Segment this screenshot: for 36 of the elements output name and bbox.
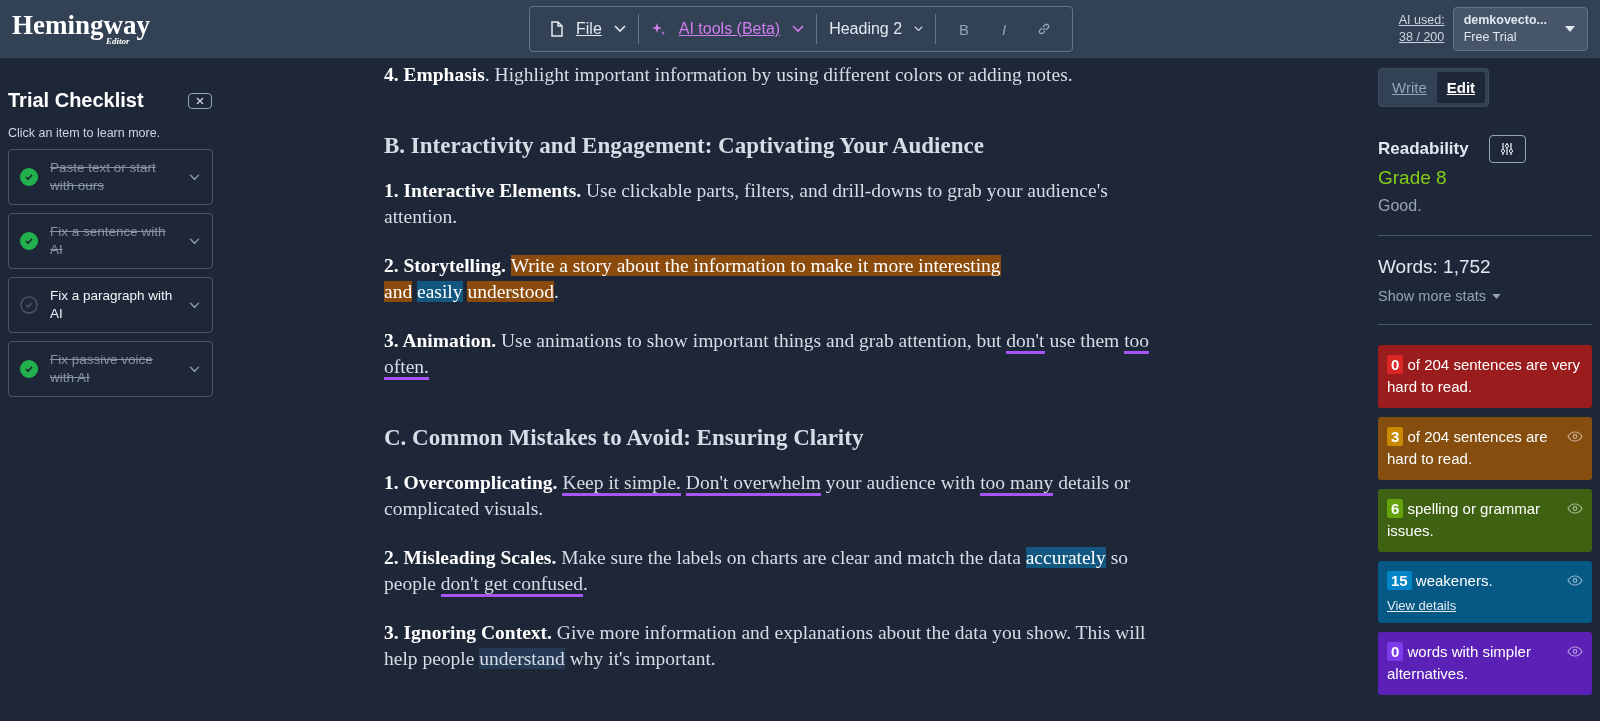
heading-dropdown[interactable]: Heading 2 bbox=[817, 13, 936, 45]
ai-usage-link[interactable]: AI used: 38 / 200 bbox=[1398, 12, 1445, 46]
app-logo: Hemingway Editor bbox=[12, 12, 151, 46]
checklist-item[interactable]: Fix a sentence with AI bbox=[8, 213, 213, 269]
grade-level: Grade 8 bbox=[1378, 167, 1448, 189]
italic-button[interactable]: I bbox=[984, 13, 1025, 45]
view-details-link[interactable]: View details bbox=[1387, 598, 1583, 613]
bold-button[interactable]: B bbox=[944, 13, 985, 45]
account-dropdown[interactable]: demkovecto... Free Trial bbox=[1452, 7, 1588, 51]
paragraph: 3. Ignoring Context. Give more information and explanations about the data you show. This will help people understand why it's important. bbox=[384, 621, 1147, 671]
paragraph: 1. Overcomplicating. Keep it simple. Don't overwhelm your audience with too many details or complicated visuals. bbox=[384, 471, 1132, 521]
issue-summary: 6 spelling or grammar issues. bbox=[1387, 498, 1542, 541]
checklist-item[interactable]: Fix a paragraph with AI bbox=[8, 277, 213, 333]
paragraph: 2. Misleading Scales. Make sure the labels on charts are clear and match the data accurately so people don't get confused. bbox=[384, 545, 1169, 597]
checklist-hint: Click an item to learn more. bbox=[8, 126, 162, 140]
ai-tools-button[interactable]: AI tools (Beta) bbox=[638, 13, 817, 45]
mode-tab[interactable]: Write bbox=[1382, 72, 1437, 103]
checklist-item[interactable]: Fix passive voice with AI bbox=[8, 341, 213, 397]
file-menu-button[interactable]: File bbox=[538, 13, 638, 45]
paragraph: 3. Animation. Use animations to show important things and grab attention, but don't use them too often. bbox=[384, 328, 1169, 380]
show-more-stats-button[interactable]: Show more stats bbox=[1378, 288, 1501, 304]
issue-summary: 3 of 204 sentences are hard to read. bbox=[1387, 426, 1549, 469]
paragraph: 2. Storytelling. Write a story about the information to make it more interesting and easily understood. bbox=[384, 254, 1002, 304]
checklist-item[interactable]: Paste text or start with ours bbox=[8, 149, 213, 205]
issue-summary: 15 weakeners. bbox=[1387, 570, 1493, 592]
issue-summary: 0 of 204 sentences are very hard to read. bbox=[1387, 354, 1582, 397]
section-heading: B. Interactivity and Engagement: Captivating Your Audience bbox=[384, 132, 985, 160]
issue-summary: 0 words with simpler alternatives. bbox=[1387, 641, 1532, 684]
checklist-title: Trial Checklist bbox=[8, 89, 144, 112]
mode-tab[interactable]: Edit bbox=[1436, 72, 1486, 103]
paragraph: 4. Emphasis. Highlight important information by using different colors or adding notes. bbox=[384, 63, 1074, 87]
paragraph: 1. Interactive Elements. Use clickable parts, filters, and drill-downs to grab your audience's attention. bbox=[384, 179, 1109, 229]
word-count: Words: 1,752 bbox=[1378, 256, 1492, 278]
readability-verdict: Good. bbox=[1378, 197, 1423, 215]
readability-title: Readability bbox=[1378, 139, 1469, 159]
section-heading: C. Common Mistakes to Avoid: Ensuring Clarity bbox=[384, 424, 865, 452]
